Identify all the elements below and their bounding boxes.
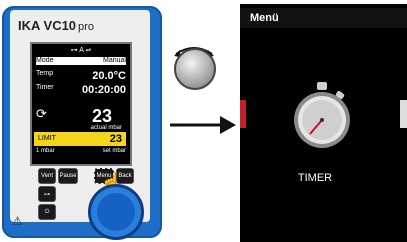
selected-menu-item-label: TIMER xyxy=(297,172,333,184)
pressure-row: ⟳ 23 actual mbar xyxy=(36,106,126,132)
key-button[interactable]: ⊶ xyxy=(38,186,56,202)
pause-button[interactable]: Pause xyxy=(58,168,78,184)
warning-icon: ⚠ xyxy=(12,214,23,228)
temp-label: Temp xyxy=(36,70,54,77)
stopwatch-icon xyxy=(294,82,350,148)
set-pressure-label: set mbar xyxy=(102,148,126,154)
actual-pressure-label: actual mbar xyxy=(90,125,122,131)
timer-row: Timer 00:20:00 xyxy=(36,84,126,96)
limit-bar: LIMIT 23 xyxy=(34,132,126,146)
status-icons: ⊶ A ⇌ xyxy=(70,47,92,54)
device-lcd: ⊶ A ⇌ Mode Manual Temp 20.0°C Timer 00:2… xyxy=(30,42,132,166)
set-row: 1 mbar set mbar xyxy=(36,148,126,154)
set-min-label: 1 mbar xyxy=(36,148,55,154)
knob-icon xyxy=(174,48,216,90)
device-brand: IKA VC10 xyxy=(18,18,77,33)
device-model-title: IKA VC10 pro xyxy=(18,18,142,34)
limit-value: 23 xyxy=(109,133,122,145)
mode-value: Manual xyxy=(103,57,126,64)
next-menu-item-icon xyxy=(400,100,407,128)
timer-value: 00:20:00 xyxy=(81,84,126,96)
rotary-knob[interactable] xyxy=(88,184,144,240)
vent-button[interactable]: Vent xyxy=(38,168,56,184)
limit-label: LIMIT xyxy=(38,135,56,142)
timer-label: Timer xyxy=(36,84,54,91)
menu-title: Menü xyxy=(240,8,407,28)
refresh-icon: ⟳ xyxy=(36,106,47,121)
power-button[interactable]: ⏻ xyxy=(38,204,56,220)
temp-row: Temp 20.0°C xyxy=(36,70,126,82)
prev-menu-item-icon xyxy=(240,100,246,128)
device-model-suffix: pro xyxy=(78,21,94,33)
actual-pressure-value: 23 xyxy=(91,106,112,126)
temp-value: 20.0°C xyxy=(92,70,126,82)
mode-label: Mode xyxy=(36,57,54,64)
right-arrow-icon xyxy=(170,116,236,134)
mode-row: Mode Manual xyxy=(36,57,126,65)
